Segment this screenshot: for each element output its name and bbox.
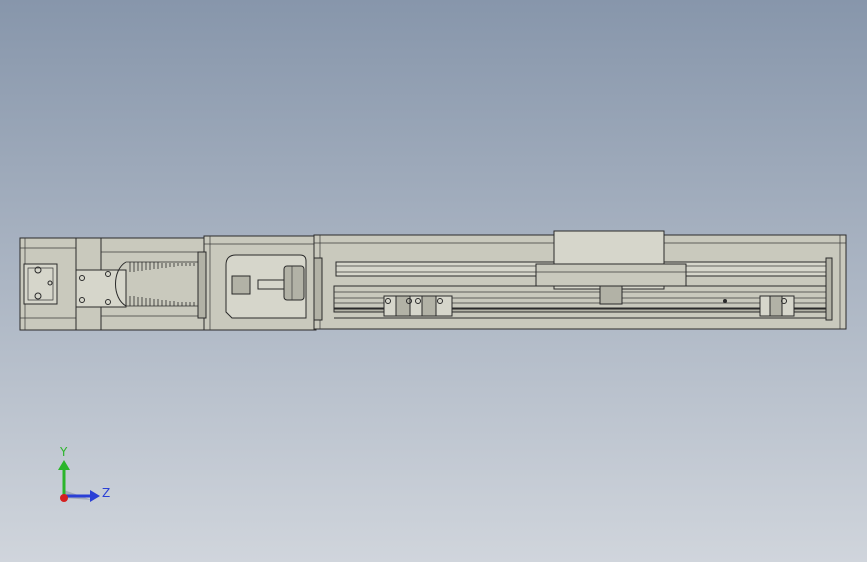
graphics-viewport[interactable]: Y Z bbox=[0, 0, 867, 562]
sensor-bracket-right[interactable] bbox=[759, 295, 795, 317]
shaft-collar bbox=[231, 275, 251, 295]
sensor-dot bbox=[723, 299, 727, 303]
z-axis-arrow bbox=[90, 490, 100, 502]
z-axis-label: Z bbox=[102, 486, 110, 500]
carriage-slider bbox=[599, 285, 623, 305]
x-axis-dot bbox=[60, 494, 68, 502]
bearing-housing bbox=[283, 265, 305, 301]
carriage-nut-block bbox=[535, 263, 687, 287]
sensor-bracket-left[interactable] bbox=[383, 295, 453, 317]
linear-actuator-model[interactable]: Y Z bbox=[0, 0, 867, 562]
y-axis-arrow bbox=[58, 460, 70, 470]
orientation-triad: Y Z bbox=[58, 445, 110, 502]
y-axis-label: Y bbox=[59, 445, 68, 459]
motor-assembly[interactable] bbox=[19, 237, 205, 331]
end-block[interactable] bbox=[197, 235, 317, 331]
